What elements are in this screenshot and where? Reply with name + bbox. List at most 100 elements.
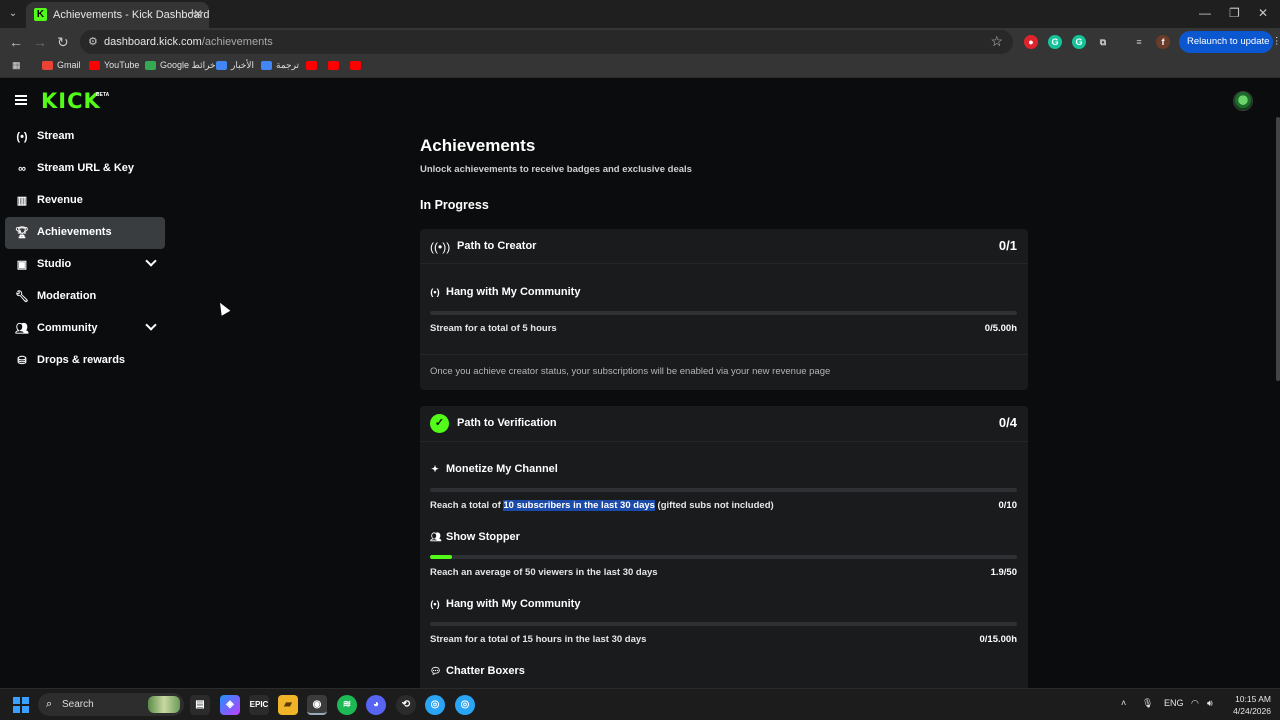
page-scrollbar[interactable]: [1276, 117, 1280, 381]
sidebar-item-stream-url-key[interactable]: ∞ Stream URL & Key: [5, 153, 165, 185]
media-controls-icon[interactable]: ≡: [1132, 35, 1146, 49]
card-count: 0/4: [998, 415, 1017, 430]
mouse-cursor: [215, 300, 231, 316]
chrome-icon[interactable]: ◉: [307, 695, 327, 715]
chart-icon: ▥: [16, 195, 28, 207]
wifi-icon[interactable]: ◠: [1191, 698, 1199, 709]
taskbar-search[interactable]: ⌕ Search: [38, 693, 184, 716]
close-window-icon[interactable]: ✕: [1258, 6, 1268, 20]
site-info-icon[interactable]: ⚙: [88, 35, 98, 48]
tab-search-icon[interactable]: ⌄: [6, 7, 20, 21]
bookmark-google-maps[interactable]: Google خرائط: [145, 60, 216, 71]
bookmarks-bar: ▦ Gmail YouTube Google خرائط الأخبار ترج…: [0, 56, 1280, 78]
achievement-title: 💬︎ Chatter Boxers: [430, 665, 525, 677]
app-notification-icon[interactable]: ⟲: [396, 695, 416, 715]
card-note-row: Once you achieve creator status, your su…: [420, 354, 1028, 389]
bookmark-news[interactable]: الأخبار: [216, 60, 254, 71]
bookmark-youtube[interactable]: YouTube: [89, 60, 139, 71]
sidebar-item-drops-rewards[interactable]: ⛁ Drops & rewards: [5, 345, 165, 377]
link-icon: ∞: [18, 163, 26, 175]
card-count: 0/1: [998, 238, 1017, 253]
sidebar-item-studio[interactable]: ▣ Studio: [5, 249, 165, 281]
copilot-icon[interactable]: ◈: [220, 695, 240, 715]
sidebar-item-label: Stream URL & Key: [37, 162, 134, 174]
address-bar[interactable]: ⚙ dashboard.kick.com/achievements ☆: [80, 30, 1013, 54]
browser-tab[interactable]: K Achievements - Kick Dashboard ✕: [26, 2, 210, 28]
page-title: Achievements: [420, 136, 536, 155]
sidebar-item-label: Drops & rewards: [37, 354, 126, 366]
selected-text: 10 subscribers in the last 30 days: [503, 500, 655, 511]
grammarly-icon[interactable]: G: [1048, 35, 1062, 49]
sidebar-item-label: Stream: [37, 130, 75, 142]
drops-icon: ⛁: [17, 355, 27, 367]
search-placeholder: Search: [62, 699, 94, 710]
bookmark-gmail[interactable]: Gmail: [42, 60, 81, 71]
achievement-card-path-to-creator: ((•)) Path to Creator 0/1 (•) Hang with M…: [420, 229, 1028, 390]
sidebar-item-revenue[interactable]: ▥ Revenue: [5, 185, 165, 217]
back-icon[interactable]: ←: [9, 34, 23, 50]
card-title: Path to Verification: [457, 417, 557, 429]
trophy-icon: 🏆︎: [15, 227, 29, 239]
bookmark-youtube-icon[interactable]: [328, 60, 343, 71]
windows-start-icon[interactable]: [13, 697, 29, 713]
app-icon[interactable]: ◎: [425, 695, 445, 715]
forward-icon[interactable]: →: [33, 34, 47, 50]
relaunch-button[interactable]: Relaunch to update ⋮: [1179, 31, 1280, 53]
minimize-icon[interactable]: —: [1199, 6, 1211, 20]
system-clock[interactable]: 10:15 AM 4/24/2026: [1221, 693, 1271, 717]
windows-taskbar: ⌕ Search ▤ ◈ EPIC ▰ ◉ ≋ ◕ ⟲ ◎ ◎ ˄ 🎙︎ ENG…: [0, 688, 1280, 720]
new-tab-icon[interactable]: +: [188, 5, 197, 22]
achievement-title: (•) Hang with My Community: [430, 286, 581, 298]
profile-icon[interactable]: f: [1156, 35, 1170, 49]
volume-icon[interactable]: 🔊︎: [1207, 698, 1213, 709]
achievement-value: 1.9/50: [990, 567, 1017, 578]
app-icon[interactable]: ◎: [455, 695, 475, 715]
discord-icon[interactable]: ◕: [366, 695, 386, 715]
store-icon[interactable]: ▤: [190, 695, 210, 715]
restore-icon[interactable]: ❐: [1229, 6, 1240, 20]
community-icon: 👥︎: [15, 323, 29, 335]
epic-games-icon[interactable]: EPIC: [249, 695, 269, 715]
sidebar-item-stream[interactable]: (•) Stream: [5, 121, 165, 153]
apps-grid-icon[interactable]: ▦: [12, 60, 21, 71]
sidebar-item-label: Moderation: [37, 290, 97, 302]
menu-icon[interactable]: [15, 95, 27, 105]
reload-icon[interactable]: ↻: [57, 34, 69, 51]
language-indicator[interactable]: ENG: [1164, 698, 1184, 708]
chat-bubble-icon: 💬︎: [430, 666, 442, 676]
beta-badge: BETA: [96, 92, 110, 98]
bookmark-youtube-icon[interactable]: [350, 60, 365, 71]
extensions-puzzle-icon[interactable]: ⧉: [1096, 35, 1110, 49]
spotify-icon[interactable]: ≋: [337, 695, 357, 715]
kick-logo[interactable]: KICK: [41, 89, 101, 113]
card-header: ✓ Path to Verification 0/4: [420, 406, 1028, 442]
progress-bar: [430, 488, 1017, 492]
bookmark-translate[interactable]: ترجمة: [261, 60, 299, 71]
broadcast-icon: (•): [430, 287, 440, 297]
sidebar-item-label: Studio: [37, 258, 72, 270]
sidebar-item-label: Community: [37, 322, 98, 334]
sidebar-item-community[interactable]: 👥︎ Community: [5, 313, 165, 345]
browser-toolbar: ← → ↻ ⚙ dashboard.kick.com/achievements …: [0, 28, 1280, 56]
card-title: Path to Creator: [457, 240, 537, 252]
sidebar-item-label: Revenue: [37, 194, 83, 206]
bookmark-youtube-icon[interactable]: [306, 60, 321, 71]
sidebar-item-achievements[interactable]: 🏆︎ Achievements: [5, 217, 165, 249]
file-explorer-icon[interactable]: ▰: [278, 695, 298, 715]
achievement-value: 0/15.00h: [979, 634, 1018, 645]
verified-badge-icon: ✓: [430, 414, 449, 433]
microphone-icon[interactable]: 🎙︎: [1142, 698, 1153, 709]
user-avatar[interactable]: [1233, 91, 1253, 111]
chevron-down-icon[interactable]: [145, 319, 157, 331]
url-text: dashboard.kick.com/achievements: [104, 36, 273, 48]
search-icon: ⌕: [46, 698, 53, 710]
kick-dashboard-page: KICK BETA (•) Stream ∞ Stream URL & Key …: [0, 81, 1280, 688]
tray-overflow-icon[interactable]: ˄: [1121, 698, 1126, 708]
extension-icon[interactable]: G: [1072, 35, 1086, 49]
broadcast-icon: ((•)): [430, 240, 451, 254]
extension-icon[interactable]: ●: [1024, 35, 1038, 49]
sidebar-item-moderation[interactable]: 🔧︎ Moderation: [5, 281, 165, 313]
chevron-down-icon[interactable]: [145, 255, 157, 267]
users-icon: 👥︎: [430, 532, 442, 542]
bookmark-star-icon[interactable]: ☆: [990, 33, 1003, 50]
